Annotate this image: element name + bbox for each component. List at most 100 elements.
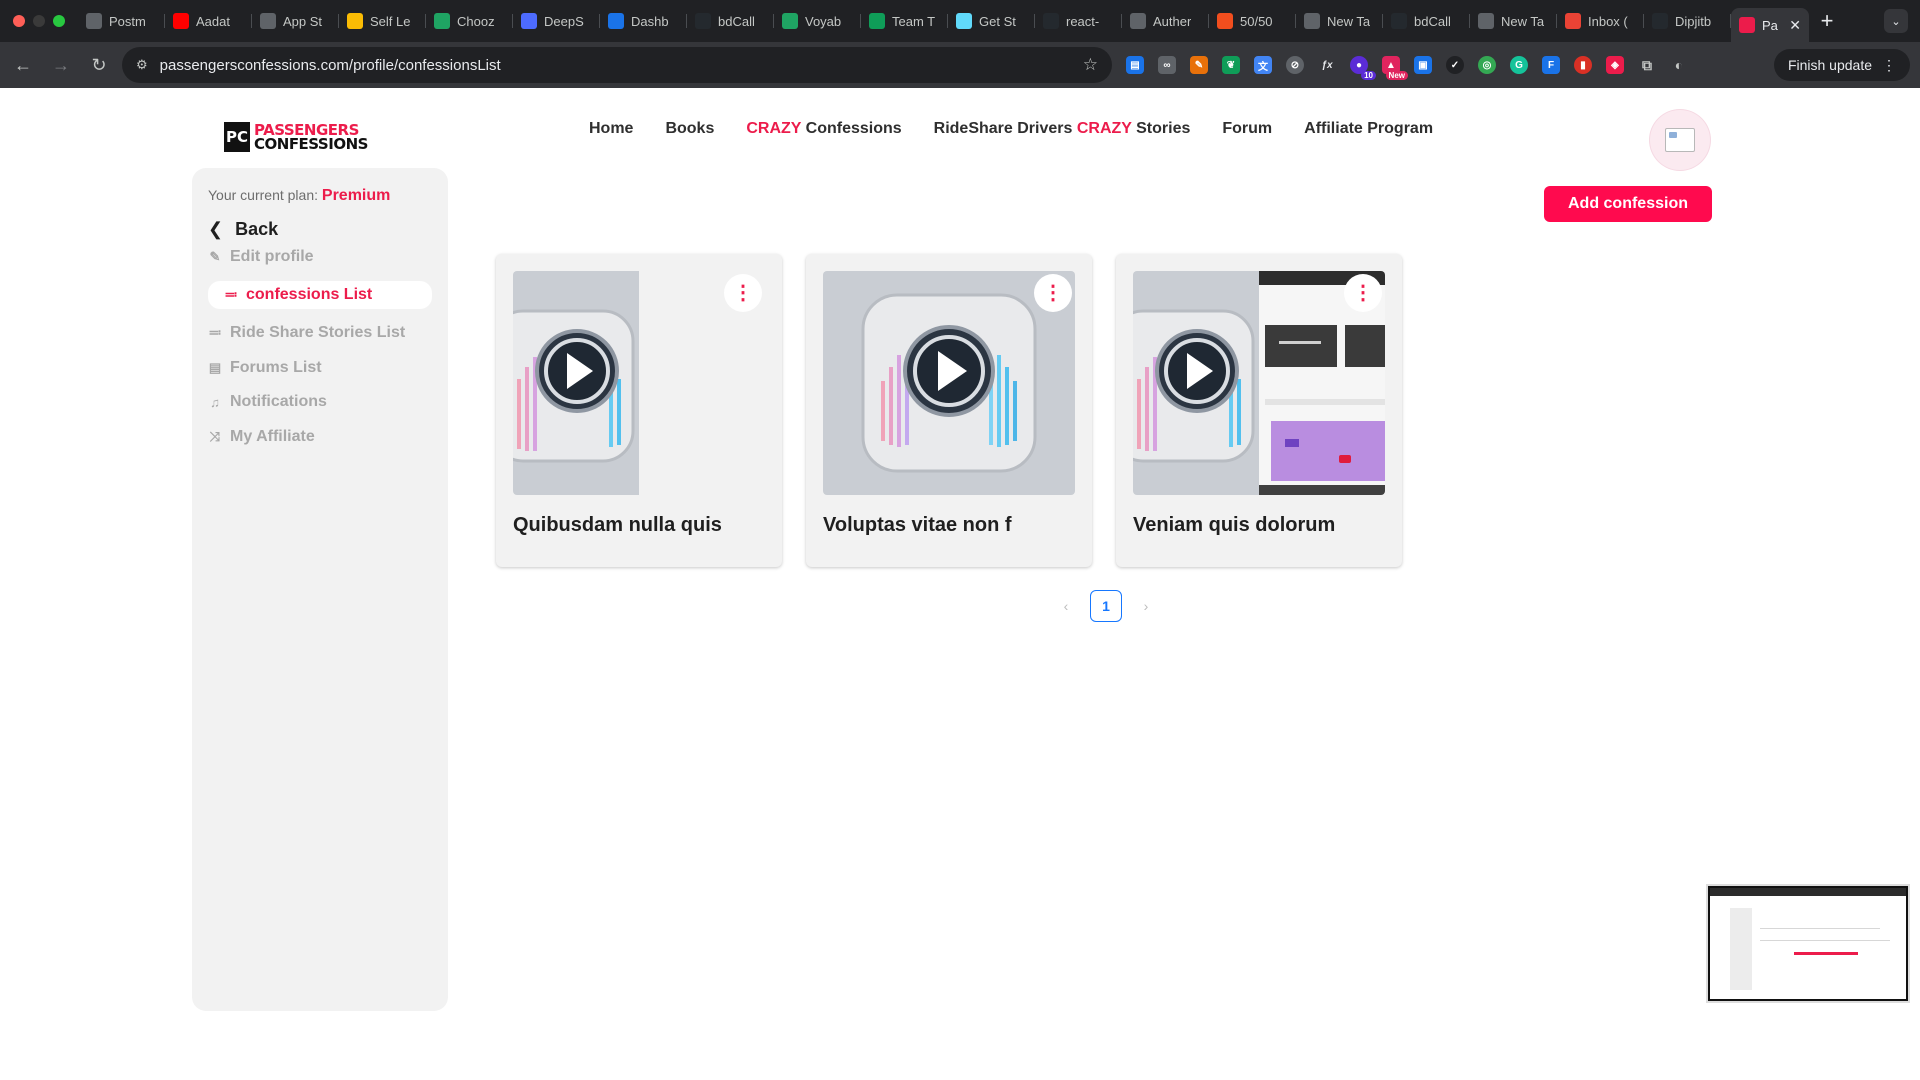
browser-tab[interactable]: App St [252,5,339,37]
nav-books[interactable]: Books [665,120,714,138]
site-info-icon[interactable]: ⚙ [136,57,148,73]
card-title: Voluptas vitae non f [823,514,1012,536]
tab-active[interactable]: Pa ✕ [1731,8,1809,42]
browser-tab[interactable]: New Ta [1296,5,1383,37]
maximize-window-button[interactable] [53,15,65,27]
sidebar-item-notifications[interactable]: ♫ Notifications [208,388,327,416]
extension-2-icon[interactable]: ∞ [1158,56,1176,74]
browser-tab[interactable]: bdCall [1383,5,1470,37]
extension-10-icon[interactable]: ▣ [1414,56,1432,74]
nav-crazy-confessions[interactable]: CRAZY Confessions [746,120,901,138]
back-arrow-icon[interactable]: ← [8,50,38,80]
forum-icon: ▤ [208,360,222,375]
extension-15-icon[interactable]: ▮ [1574,56,1592,74]
new-tab-button[interactable]: + [1809,8,1845,34]
extension-14-icon[interactable]: F [1542,56,1560,74]
dashboard-icon [608,13,624,29]
profile-sidebar: Your current plan: Premium ❮ Back ✎ Edit… [192,168,448,1011]
grammarly-icon[interactable]: G [1510,56,1528,74]
nav-home[interactable]: Home [589,120,633,138]
more-options-icon[interactable]: ⋮ [1344,274,1382,312]
minimize-window-button[interactable] [33,15,45,27]
more-vert-icon[interactable]: ⋮ [1882,57,1896,74]
tab-label: 50/50 [1240,13,1273,29]
extensions-puzzle-icon[interactable]: ⧉ [1638,56,1656,74]
browser-tab[interactable]: Dipjitb [1644,5,1731,37]
page-button-current[interactable]: 1 [1090,590,1122,622]
browser-tab[interactable]: 50/50 [1209,5,1296,37]
browser-tab[interactable]: Voyab [774,5,861,37]
tab-search-button[interactable]: ⌄ [1884,9,1908,33]
browser-tab[interactable]: Aadat [165,5,252,37]
chevron-left-icon: ❮ [208,219,224,239]
extension-7-icon[interactable]: ƒx [1318,56,1336,74]
close-tab-icon[interactable]: ✕ [1789,17,1801,34]
confession-card[interactable]: ⋮ Veniam quis dolorum [1116,254,1402,567]
reload-icon[interactable]: ↻ [84,50,114,80]
browser-tab[interactable]: Dashb [600,5,687,37]
tab-label: Chooz [457,13,495,29]
address-bar[interactable]: ⚙ passengersconfessions.com/profile/conf… [122,47,1112,83]
browser-tab[interactable]: Postm [78,5,165,37]
extension-4-icon[interactable]: ❦ [1222,56,1240,74]
browser-tab[interactable]: New Ta [1470,5,1557,37]
profile-icon[interactable]: ◐ [1670,56,1688,74]
extensions-row: ▤ ∞ ✎ ❦ 文 ⊘ ƒx ● 10 ▲ New ▣ ✓ ◎ G F ▮ ◈ ⧉ … [1126,42,1688,88]
tab-label: react- [1066,13,1100,29]
apple-icon [260,13,276,29]
confession-card[interactable]: ⋮ Voluptas vitae non f [806,254,1092,567]
sidebar-item-forums-list[interactable]: ▤ Forums List [208,354,322,382]
more-options-icon[interactable]: ⋮ [724,274,762,312]
pocket-icon[interactable]: ◈ [1606,56,1624,74]
finish-update-button[interactable]: Finish update ⋮ [1773,49,1910,81]
drive-icon [782,13,798,29]
back-button[interactable]: ❮ Back [208,219,278,240]
nav-rideshare-stories[interactable]: RideShare Drivers CRAZY Stories [934,120,1191,138]
browser-tab[interactable]: Get St [948,5,1035,37]
next-page-icon[interactable]: › [1138,598,1154,614]
avatar[interactable] [1650,110,1710,170]
audio-play-image [513,271,639,495]
browser-tab[interactable]: bdCall [687,5,774,37]
browser-tab[interactable]: Team T [861,5,948,37]
sheets-icon [869,13,885,29]
github-icon [1652,13,1668,29]
preview-bar [1710,888,1906,896]
sidebar-item-confessions-list[interactable]: ≕ confessions List [208,281,432,309]
extension-8-icon[interactable]: ● 10 [1350,56,1376,80]
browser-tab[interactable]: DeepS [513,5,600,37]
browser-tab[interactable]: Inbox ( [1557,5,1644,37]
forward-arrow-icon[interactable]: → [46,50,76,80]
sidebar-item-ride-share-stories[interactable]: ≕ Ride Share Stories List [208,319,406,347]
confession-card[interactable]: ⋮ Quibusdam nulla quis [496,254,782,567]
extension-1-icon[interactable]: ▤ [1126,56,1144,74]
bookmark-star-icon[interactable]: ☆ [1083,55,1098,75]
extension-9-icon[interactable]: ▲ New [1382,56,1408,80]
slides-icon [347,13,363,29]
extension-11-icon[interactable]: ✓ [1446,56,1464,74]
sidebar-item-my-affiliate[interactable]: ⤨ My Affiliate [208,423,315,451]
extension-3-icon[interactable]: ✎ [1190,56,1208,74]
sidebar-item-edit-profile[interactable]: ✎ Edit profile [208,243,314,271]
close-window-button[interactable] [13,15,25,27]
tab-label: App St [283,13,323,29]
extension-6-icon[interactable]: ⊘ [1286,56,1304,74]
add-confession-button[interactable]: Add confession [1544,186,1712,222]
more-options-icon[interactable]: ⋮ [1034,274,1072,312]
browser-tab[interactable]: Self Le [339,5,426,37]
chrome-icon [1478,13,1494,29]
browser-tab[interactable]: react- [1035,5,1122,37]
nav-forum[interactable]: Forum [1222,120,1272,138]
prev-page-icon[interactable]: ‹ [1058,598,1074,614]
site-logo[interactable]: PC PASSENGERS CONFESSIONS [224,122,368,152]
tab-label: Postm [109,13,146,29]
audio-play-image [1133,271,1259,495]
browser-tab[interactable]: Auther [1122,5,1209,37]
screen-share-preview[interactable] [1708,886,1908,1001]
tab-label: Voyab [805,13,842,29]
nav-affiliate-program[interactable]: Affiliate Program [1304,120,1433,138]
extension-5-icon[interactable]: 文 [1254,56,1272,74]
passengers-icon [1739,17,1755,33]
browser-tab[interactable]: Chooz [426,5,513,37]
extension-12-icon[interactable]: ◎ [1478,56,1496,74]
